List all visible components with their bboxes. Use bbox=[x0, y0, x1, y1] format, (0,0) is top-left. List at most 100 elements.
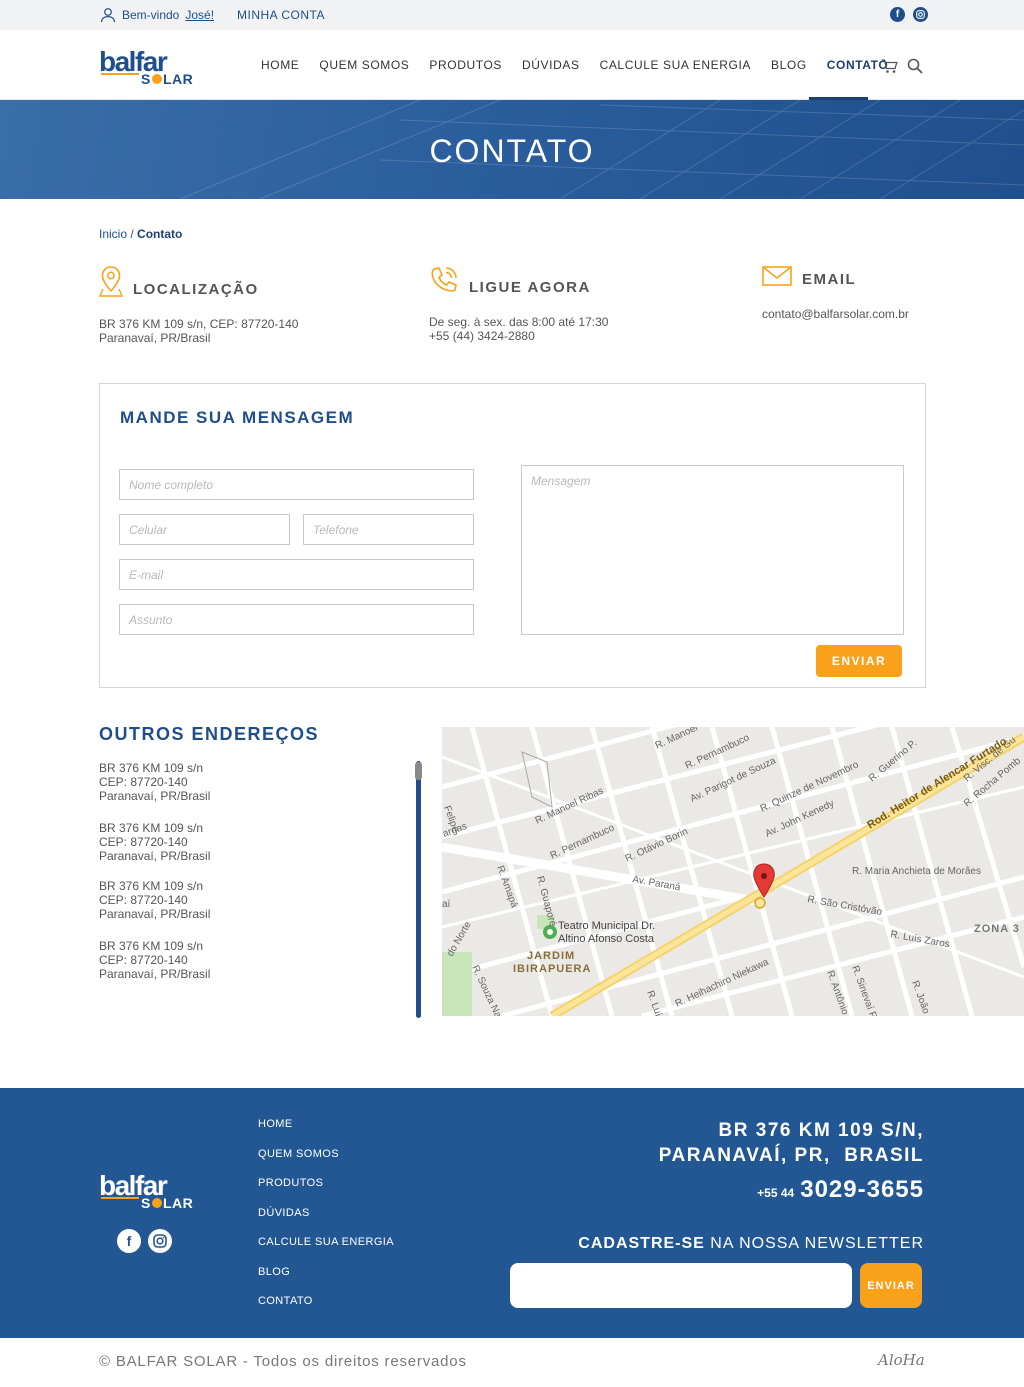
footer-phone-number: 3029-3655 bbox=[800, 1176, 924, 1203]
instagram-icon[interactable] bbox=[148, 1229, 172, 1253]
svg-text:LAR: LAR bbox=[163, 1195, 193, 1211]
newsletter-label-bold: CADASTRE-SE bbox=[578, 1235, 705, 1252]
footer-address-line2: PARANAVAÍ, PR, BRASIL bbox=[658, 1145, 924, 1166]
newsletter-email-input[interactable] bbox=[510, 1263, 852, 1308]
breadcrumb-current: Contato bbox=[137, 227, 183, 241]
address-line: CEP: 87720-140 bbox=[99, 953, 188, 967]
phone-line1: De seg. à sex. das 8:00 até 17:30 bbox=[429, 315, 609, 329]
breadcrumb: Inicio / Contato bbox=[99, 227, 182, 241]
welcome-name[interactable]: José! bbox=[185, 8, 214, 22]
nav-quem-somos[interactable]: QUEM SOMOS bbox=[319, 58, 409, 72]
nav-produtos[interactable]: PRODUTOS bbox=[429, 58, 502, 72]
name-input[interactable]: Nome completo bbox=[119, 469, 474, 500]
location-pin-icon bbox=[99, 266, 123, 297]
address-line: BR 376 KM 109 s/n bbox=[99, 879, 204, 893]
address-line: CEP: 87720-140 bbox=[99, 893, 188, 907]
info-location: LOCALIZAÇÃO BR 376 KM 109 s/n, CEP: 8772… bbox=[99, 265, 298, 345]
other-addresses-title: OUTROS ENDEREÇOS bbox=[99, 724, 320, 744]
nav-calcule[interactable]: CALCULE SUA ENERGIA bbox=[600, 58, 751, 72]
info-email: EMAIL contato@balfarsolar.com.br bbox=[762, 265, 909, 321]
subject-input[interactable]: Assunto bbox=[119, 604, 474, 635]
addresses-scrollbar[interactable] bbox=[416, 761, 421, 1018]
map-label: Altino Afonso Costa bbox=[558, 933, 655, 945]
agency-credit[interactable]: AloHa bbox=[878, 1351, 925, 1369]
nav-contato[interactable]: CONTATO bbox=[827, 58, 889, 72]
footer-link-duvidas[interactable]: DÚVIDAS bbox=[258, 1207, 394, 1237]
contact-form: MANDE SUA MENSAGEM Nome completo Celular… bbox=[99, 383, 926, 688]
location-title: LOCALIZAÇÃO bbox=[133, 281, 259, 298]
search-icon[interactable] bbox=[907, 58, 923, 74]
map-label: JARDIM bbox=[527, 950, 575, 962]
address-line: BR 376 KM 109 s/n bbox=[99, 761, 204, 775]
footer-link-calcule[interactable]: CALCULE SUA ENERGIA bbox=[258, 1236, 394, 1266]
main-header: balfar S LAR HOME QUEM SOMOS PRODUTOS DÚ… bbox=[0, 30, 1024, 100]
footer-nav: HOME QUEM SOMOS PRODUTOS DÚVIDAS CALCULE… bbox=[258, 1118, 394, 1325]
footer-link-quem-somos[interactable]: QUEM SOMOS bbox=[258, 1148, 394, 1178]
addresses-scrollbar-thumb[interactable] bbox=[415, 762, 422, 780]
svg-text:S: S bbox=[141, 1195, 151, 1211]
location-line2: Paranavaí, PR/Brasil bbox=[99, 331, 211, 345]
nav-blog[interactable]: BLOG bbox=[771, 58, 807, 72]
svg-text:balfar: balfar bbox=[99, 1171, 168, 1201]
footer-link-contato[interactable]: CONTATO bbox=[258, 1295, 394, 1325]
address-line: Paranavaí, PR/Brasil bbox=[99, 967, 211, 981]
svg-text:balfar: balfar bbox=[99, 47, 168, 77]
form-title: MANDE SUA MENSAGEM bbox=[120, 408, 355, 427]
nav-duvidas[interactable]: DÚVIDAS bbox=[522, 58, 580, 72]
location-line1: BR 376 KM 109 s/n, CEP: 87720-140 bbox=[99, 317, 299, 331]
submit-button[interactable]: ENVIAR bbox=[816, 645, 902, 677]
footer-phone-prefix: +55 44 bbox=[757, 1186, 795, 1200]
email-input[interactable]: E-mail bbox=[119, 559, 474, 590]
my-account-link[interactable]: MINHA CONTA bbox=[237, 8, 325, 22]
instagram-icon[interactable] bbox=[913, 7, 928, 22]
info-phone: LIGUE AGORA De seg. à sex. das 8:00 até … bbox=[429, 265, 608, 343]
map-label: Teatro Municipal Dr. bbox=[558, 920, 655, 932]
email-address[interactable]: contato@balfarsolar.com.br bbox=[762, 307, 909, 321]
facebook-icon[interactable]: f bbox=[890, 7, 905, 22]
address-line: Paranavaí, PR/Brasil bbox=[99, 907, 211, 921]
map-canvas[interactable]: R. Manoel R. Pernambuco Av. Parigot de S… bbox=[442, 727, 1024, 1016]
footer-logo[interactable]: balfar S LAR bbox=[99, 1171, 203, 1211]
user-icon bbox=[100, 8, 116, 23]
footer-link-home[interactable]: HOME bbox=[258, 1118, 394, 1148]
map-label: IBIRAPUERA bbox=[513, 963, 591, 975]
cart-icon[interactable] bbox=[881, 58, 898, 74]
map-label: ZONA 3 bbox=[974, 923, 1020, 935]
address-item: BR 376 KM 109 s/n CEP: 87720-140 Paranav… bbox=[99, 821, 210, 863]
address-item: BR 376 KM 109 s/n CEP: 87720-140 Paranav… bbox=[99, 761, 210, 803]
copyright: © BALFAR SOLAR - Todos os direitos reser… bbox=[99, 1353, 467, 1370]
envelope-icon bbox=[762, 266, 792, 286]
phone-line2[interactable]: +55 (44) 3424-2880 bbox=[429, 329, 608, 343]
nav-home[interactable]: HOME bbox=[261, 58, 299, 72]
address-line: CEP: 87720-140 bbox=[99, 835, 188, 849]
address-item: BR 376 KM 109 s/n CEP: 87720-140 Paranav… bbox=[99, 879, 210, 921]
newsletter-label: CADASTRE-SE NA NOSSA NEWSLETTER bbox=[578, 1235, 924, 1253]
svg-text:LAR: LAR bbox=[163, 71, 193, 87]
page-hero: CONTATO bbox=[0, 100, 1024, 199]
other-addresses-section: OUTROS ENDEREÇOS bbox=[99, 724, 319, 745]
phone-title: LIGUE AGORA bbox=[469, 279, 591, 296]
footer-phone[interactable]: +55 44 3029-3655 bbox=[757, 1176, 924, 1204]
welcome-prefix: Bem-vindo bbox=[122, 8, 180, 22]
address-line: Paranavaí, PR/Brasil bbox=[99, 849, 211, 863]
footer-link-blog[interactable]: BLOG bbox=[258, 1266, 394, 1296]
footer-link-produtos[interactable]: PRODUTOS bbox=[258, 1177, 394, 1207]
breadcrumb-separator: / bbox=[130, 227, 134, 241]
message-textarea[interactable]: Mensagem bbox=[521, 465, 904, 635]
svg-text:S: S bbox=[141, 71, 151, 87]
location-map[interactable]: R. Manoel R. Pernambuco Av. Parigot de S… bbox=[442, 727, 1024, 1016]
email-title: EMAIL bbox=[802, 271, 857, 288]
breadcrumb-home[interactable]: Inicio bbox=[99, 227, 127, 241]
facebook-icon[interactable]: f bbox=[117, 1229, 141, 1253]
balfar-solar-logo[interactable]: balfar S LAR bbox=[99, 47, 203, 87]
welcome-message[interactable]: Bem-vindo José! bbox=[100, 7, 214, 23]
address-item: BR 376 KM 109 s/n CEP: 87720-140 Paranav… bbox=[99, 939, 210, 981]
address-line: Paranavaí, PR/Brasil bbox=[99, 789, 211, 803]
newsletter-label-rest: NA NOSSA NEWSLETTER bbox=[704, 1235, 924, 1252]
newsletter-submit-button[interactable]: ENVIAR bbox=[860, 1263, 922, 1308]
footer: balfar S LAR f HOME QUEM SOMOS PRODUTOS … bbox=[0, 1088, 1024, 1338]
cell-input[interactable]: Celular bbox=[119, 514, 290, 545]
phone-input[interactable]: Telefone bbox=[303, 514, 474, 545]
footer-social: f bbox=[117, 1229, 172, 1253]
main-nav: HOME QUEM SOMOS PRODUTOS DÚVIDAS CALCULE… bbox=[261, 58, 908, 72]
